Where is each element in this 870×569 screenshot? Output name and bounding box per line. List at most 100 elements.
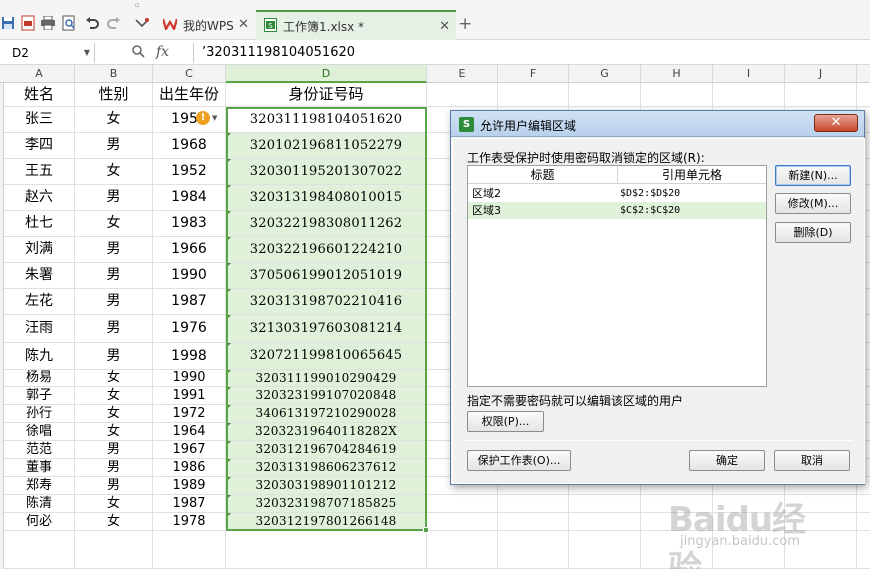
column-header-b[interactable]: B	[75, 65, 153, 83]
cell-id-number[interactable]: 320303198901101212	[226, 477, 427, 494]
empty-cell[interactable]	[713, 83, 785, 106]
empty-cell[interactable]	[427, 495, 498, 512]
cell-gender[interactable]: 女	[75, 387, 153, 404]
cell-id-number[interactable]: 320323198707185825	[226, 495, 427, 512]
cancel-button[interactable]: 取消	[774, 450, 850, 471]
cell-id-number[interactable]: 320322196601224210	[226, 237, 427, 262]
new-tab-button[interactable]: +	[458, 14, 472, 34]
cell-name[interactable]: 汪雨	[4, 315, 75, 342]
column-header-h[interactable]: H	[641, 65, 713, 83]
cell-birth-year[interactable]: 1978	[153, 513, 226, 530]
cell-id-number[interactable]: 320311198104051620	[226, 107, 427, 132]
cell-id-number[interactable]: 320301195201307022	[226, 159, 427, 184]
cell-birth-year[interactable]: 1984	[153, 185, 226, 210]
list-header-title[interactable]: 标题	[468, 166, 618, 184]
cell-id-number[interactable]: 320312196704284619	[226, 441, 427, 458]
cell-gender[interactable]: 女	[75, 405, 153, 422]
cell-gender[interactable]: 男	[75, 477, 153, 494]
cell-id-number[interactable]: 32032319640118282X	[226, 423, 427, 440]
modify-range-button[interactable]: 修改(M)...	[775, 193, 851, 214]
cell-gender[interactable]: 女	[75, 211, 153, 236]
protect-sheet-button[interactable]: 保护工作表(O)...	[467, 450, 571, 471]
cell-birth-year[interactable]: 1998	[153, 343, 226, 369]
cell-name[interactable]: 朱署	[4, 263, 75, 288]
column-header-g[interactable]: G	[569, 65, 641, 83]
column-header-e[interactable]: E	[427, 65, 498, 83]
cell-name[interactable]: 李四	[4, 133, 75, 158]
cell-name[interactable]: 郑寿	[4, 477, 75, 494]
chevron-down-icon[interactable]: ▼	[212, 114, 217, 122]
cell-id-number[interactable]: 320721199810065645	[226, 343, 427, 369]
cell-name[interactable]: 赵六	[4, 185, 75, 210]
empty-cell[interactable]	[641, 531, 713, 568]
cell-name[interactable]: 杜七	[4, 211, 75, 236]
tab-workbook[interactable]: S 工作簿1.xlsx * ✕	[256, 10, 456, 40]
cell-id-number[interactable]: 320313198606237612	[226, 459, 427, 476]
close-tab-icon[interactable]: ✕	[439, 19, 450, 34]
ranges-list[interactable]: 标题 引用单元格 区域2 $D$2:$D$20 区域3 $C$2:$C$20	[467, 165, 767, 387]
empty-cell[interactable]	[427, 513, 498, 530]
cell-id-number[interactable]: 370506199012051019	[226, 263, 427, 288]
empty-cell[interactable]	[713, 531, 785, 568]
cell-gender[interactable]: 男	[75, 441, 153, 458]
empty-cell[interactable]	[498, 83, 569, 106]
dialog-titlebar[interactable]: S 允许用户编辑区域 ✕	[451, 111, 864, 137]
empty-cell[interactable]	[569, 495, 641, 512]
cell-name[interactable]: 范范	[4, 441, 75, 458]
cell-id-number[interactable]: 320323199107020848	[226, 387, 427, 404]
empty-cell[interactable]	[641, 83, 713, 106]
list-item[interactable]: 区域3 $C$2:$C$20	[468, 202, 766, 219]
zoom-icon[interactable]	[132, 45, 145, 62]
empty-cell[interactable]	[785, 495, 857, 512]
column-header-j[interactable]: J	[785, 65, 857, 83]
cell-id-number[interactable]: 340613197210290028	[226, 405, 427, 422]
cell-name[interactable]: 徐唱	[4, 423, 75, 440]
cell-name[interactable]: 孙行	[4, 405, 75, 422]
print-preview-icon[interactable]	[61, 15, 77, 31]
empty-cell[interactable]	[641, 513, 713, 530]
cell-birth-year[interactable]: 1987	[153, 495, 226, 512]
cell-gender[interactable]: 男	[75, 133, 153, 158]
fill-handle[interactable]	[423, 527, 429, 533]
close-dialog-button[interactable]: ✕	[814, 114, 858, 132]
empty-cell[interactable]	[153, 531, 226, 568]
empty-cell[interactable]	[785, 513, 857, 530]
column-header-f[interactable]: F	[498, 65, 569, 83]
empty-cell[interactable]	[569, 513, 641, 530]
column-header-a[interactable]: A	[4, 65, 75, 83]
cell-gender[interactable]: 女	[75, 513, 153, 530]
list-header-reference[interactable]: 引用单元格	[618, 166, 766, 184]
empty-cell[interactable]	[713, 495, 785, 512]
cell-birth-year[interactable]: 1989	[153, 477, 226, 494]
ok-button[interactable]: 确定	[689, 450, 765, 471]
header-cell-id-number[interactable]: 身份证号码	[226, 83, 427, 106]
header-cell-name[interactable]: 姓名	[4, 83, 75, 106]
empty-cell[interactable]	[641, 495, 713, 512]
undo-icon[interactable]	[84, 15, 100, 31]
column-header-i[interactable]: I	[713, 65, 785, 83]
header-cell-birth-year[interactable]: 出生年份	[153, 83, 226, 106]
redo-icon[interactable]	[106, 15, 122, 31]
warning-icon[interactable]: !	[196, 111, 210, 125]
empty-cell[interactable]	[713, 513, 785, 530]
empty-cell[interactable]	[4, 531, 75, 568]
cell-gender[interactable]: 男	[75, 237, 153, 262]
empty-cell[interactable]	[569, 83, 641, 106]
empty-cell[interactable]	[569, 531, 641, 568]
cell-id-number[interactable]: 320311199010290429	[226, 370, 427, 386]
cell-gender[interactable]: 男	[75, 263, 153, 288]
new-range-button[interactable]: 新建(N)...	[775, 165, 851, 186]
cell-id-number[interactable]: 320102196811052279	[226, 133, 427, 158]
customize-toolbar-icon[interactable]	[134, 15, 150, 31]
cell-birth-year[interactable]: 1990	[153, 263, 226, 288]
list-item[interactable]: 区域2 $D$2:$D$20	[468, 185, 766, 202]
cell-gender[interactable]: 女	[75, 107, 153, 132]
cell-name[interactable]: 左花	[4, 289, 75, 314]
cell-birth-year[interactable]: 1986	[153, 459, 226, 476]
empty-cell[interactable]	[427, 531, 498, 568]
cell-birth-year[interactable]: 1976	[153, 315, 226, 342]
delete-range-button[interactable]: 删除(D)	[775, 222, 851, 243]
cell-id-number[interactable]: 320312197801266148	[226, 513, 427, 530]
cell-birth-year[interactable]: 1952	[153, 159, 226, 184]
cell-birth-year[interactable]: 1983	[153, 211, 226, 236]
